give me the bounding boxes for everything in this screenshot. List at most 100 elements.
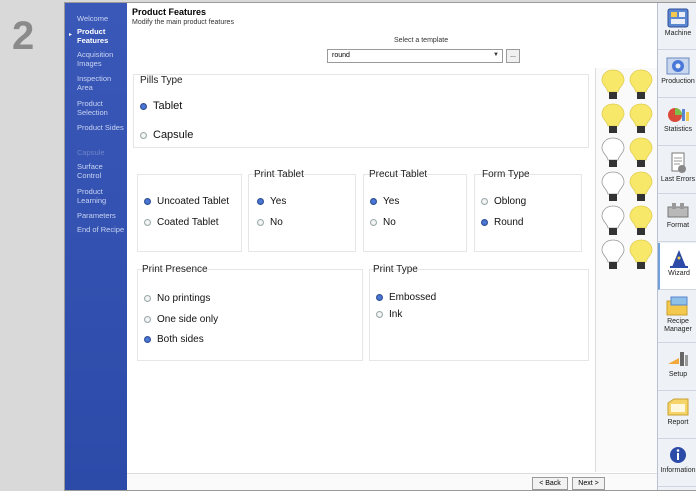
radio-oblong[interactable]: Oblong	[481, 196, 526, 207]
print-presence-title: Print Presence	[142, 264, 208, 275]
print-tablet-title: Print Tablet	[254, 169, 304, 180]
radio-round[interactable]: Round	[481, 217, 523, 228]
chevron-down-icon: ▼	[493, 52, 499, 58]
radio-label: Tablet	[153, 100, 183, 112]
format-icon	[667, 203, 689, 218]
machine-icon	[667, 8, 689, 28]
radio-tablet[interactable]: Tablet	[140, 100, 182, 112]
sidebar-item-product-sides[interactable]: Product Sides	[77, 123, 127, 133]
sidebar-item-product-features[interactable]: Product Features	[77, 27, 127, 45]
radio-indicator[interactable]	[376, 311, 383, 318]
sidebar-item-parameters[interactable]: Parameters	[77, 211, 127, 221]
coating-panel: Uncoated Tablet Coated Tablet	[137, 174, 242, 252]
radio-precut-tablet-no[interactable]: No	[370, 217, 396, 228]
information-icon	[670, 447, 686, 463]
radio-indicator[interactable]	[370, 219, 377, 226]
toolbar-information[interactable]: Information	[658, 440, 696, 487]
status-bulb-icon	[601, 103, 625, 133]
radio-indicator[interactable]	[481, 219, 488, 226]
sidebar-item-product-selection[interactable]: Product Selection	[77, 99, 127, 117]
radio-label: No	[383, 217, 396, 228]
page-title: Product Features	[132, 7, 207, 17]
radio-indicator[interactable]	[140, 131, 147, 139]
wizard-footer: < Back Next >	[127, 473, 657, 490]
right-toolbar: Machine Production Statistics Last Error…	[657, 3, 696, 490]
radio-coated-tablet[interactable]: Coated Tablet	[144, 217, 219, 228]
print-type-panel: Print Type Embossed Ink	[369, 264, 589, 361]
radio-indicator[interactable]	[257, 219, 264, 226]
sidebar-item-welcome[interactable]: Welcome	[77, 14, 127, 24]
radio-print-tablet-no[interactable]: No	[257, 217, 283, 228]
toolbar-label: Report	[667, 419, 689, 426]
sidebar-item-end-of-recipe[interactable]: End of Recipe	[77, 225, 127, 235]
radio-label: Yes	[270, 196, 287, 207]
toolbar-label: Statistics	[663, 126, 692, 133]
toolbar-last-errors[interactable]: Last Errors	[658, 147, 696, 194]
report-icon	[667, 398, 689, 416]
radio-indicator[interactable]	[144, 336, 151, 343]
precut-tablet-panel: Precut Tablet Yes No	[363, 169, 467, 252]
template-browse-button[interactable]: ...	[506, 49, 520, 63]
toolbar-label: Setup	[668, 371, 688, 378]
toolbar-label: Wizard	[668, 270, 690, 277]
status-bulb-icon	[629, 171, 653, 201]
radio-label: Coated Tablet	[157, 217, 219, 228]
status-bulb-icon	[629, 137, 653, 167]
print-presence-panel: Print Presence No printings One side onl…	[137, 264, 363, 361]
sidebar-item-capsule: Capsule	[77, 148, 105, 157]
radio-precut-tablet-yes[interactable]: Yes	[370, 196, 399, 207]
radio-indicator[interactable]	[144, 295, 151, 302]
radio-print-tablet-yes[interactable]: Yes	[257, 196, 286, 207]
radio-embossed[interactable]: Embossed	[376, 292, 436, 303]
radio-indicator[interactable]	[140, 102, 147, 110]
sidebar-item-acquisition-images[interactable]: Acquisition Images	[77, 50, 127, 68]
status-bulbs	[595, 68, 657, 472]
radio-capsule[interactable]: Capsule	[140, 129, 193, 141]
next-button[interactable]: Next >	[572, 477, 605, 490]
print-type-title: Print Type	[373, 264, 418, 275]
status-bulb-icon	[601, 137, 625, 167]
back-button[interactable]: < Back	[532, 477, 568, 490]
toolbar-label: Information	[660, 467, 696, 474]
page-header: Product Features Modify the main product…	[127, 3, 657, 63]
radio-indicator[interactable]	[257, 198, 264, 205]
toolbar-wizard[interactable]: Wizard	[658, 243, 696, 290]
sidebar-item-surface-control[interactable]: Surface Control	[77, 162, 127, 180]
toolbar-label: Format	[666, 222, 690, 229]
toolbar-statistics[interactable]: Statistics	[658, 99, 696, 146]
radio-label: Oblong	[494, 196, 527, 207]
radio-label: Yes	[383, 196, 400, 207]
toolbar-report[interactable]: Report	[658, 392, 696, 439]
radio-uncoated-tablet[interactable]: Uncoated Tablet	[144, 196, 229, 207]
radio-indicator[interactable]	[144, 316, 151, 323]
toolbar-setup[interactable]: Setup	[658, 344, 696, 391]
radio-both-sides[interactable]: Both sides	[144, 334, 204, 345]
radio-ink[interactable]: Ink	[376, 309, 402, 320]
radio-no-printings[interactable]: No printings	[144, 293, 210, 304]
step-number: 2	[12, 14, 35, 58]
status-bulb-icon	[601, 171, 625, 201]
radio-indicator[interactable]	[144, 219, 151, 226]
sidebar-item-inspection-area[interactable]: Inspection Area	[77, 74, 127, 92]
sidebar-item-product-learning[interactable]: Product Learning	[77, 187, 127, 205]
radio-one-side-only[interactable]: One side only	[144, 314, 218, 325]
toolbar-machine[interactable]: Machine	[658, 3, 696, 50]
template-value: round	[332, 52, 350, 59]
active-step-arrow-icon: ▸	[69, 32, 73, 38]
status-bulb-icon	[629, 69, 653, 99]
toolbar-production[interactable]: Production	[658, 51, 696, 98]
template-dropdown[interactable]: round ▼	[327, 49, 503, 63]
radio-label: Both sides	[157, 334, 204, 345]
wizard-steps-sidebar: Welcome ▸ Product Features Acquisition I…	[65, 3, 127, 490]
application-window: Welcome ▸ Product Features Acquisition I…	[64, 2, 696, 491]
radio-indicator[interactable]	[370, 198, 377, 205]
radio-label: No	[270, 217, 283, 228]
radio-indicator[interactable]	[376, 294, 383, 301]
status-bulb-icon	[601, 69, 625, 99]
toolbar-recipe-manager[interactable]: Recipe Manager	[658, 291, 696, 343]
radio-indicator[interactable]	[144, 198, 151, 205]
toolbar-format[interactable]: Format	[658, 195, 696, 242]
radio-indicator[interactable]	[481, 198, 488, 205]
toolbar-label: Last Errors	[660, 176, 696, 183]
radio-label: Uncoated Tablet	[157, 196, 230, 207]
